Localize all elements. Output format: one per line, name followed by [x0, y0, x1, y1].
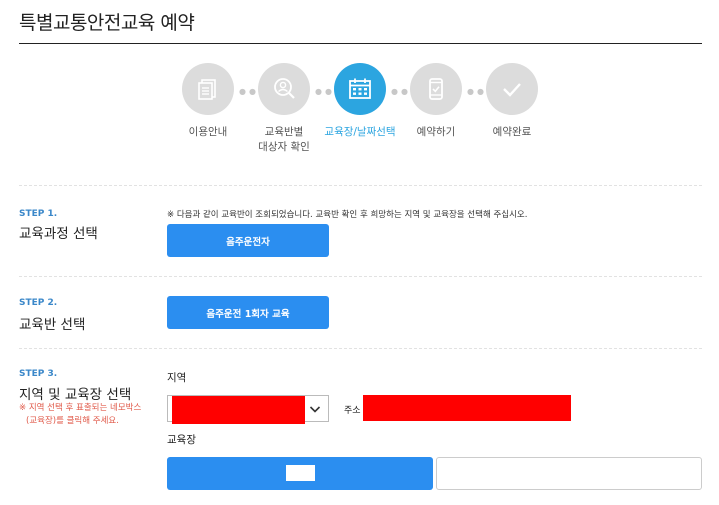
section-divider [19, 348, 702, 349]
step3-note-line1: ※ 지역 선택 후 표출되는 네모박스 [19, 403, 142, 413]
section-divider [19, 276, 702, 277]
region-label: 지역 [167, 372, 187, 384]
step-label-complete: 예약완료 [492, 126, 532, 138]
region-select[interactable] [167, 395, 329, 424]
chevron-down-icon [309, 406, 321, 413]
address-label: 주소 [344, 406, 361, 416]
step-indicator-target [258, 63, 310, 115]
step-indicator-guide [182, 63, 234, 115]
class-button[interactable]: 음주운전 1회자 교육 [167, 296, 329, 329]
step-connector: ●● [391, 87, 411, 96]
venue-label: 교육장 [167, 434, 196, 446]
step-connector: ●● [467, 87, 487, 96]
title-divider [19, 43, 702, 44]
step3-note-line2: (교육장)를 클릭해 주세요. [26, 416, 119, 426]
step-connector: ●● [239, 87, 259, 96]
address-value-redacted [363, 395, 571, 421]
calendar-icon [349, 78, 371, 99]
phone-check-icon [429, 78, 443, 100]
user-search-icon [274, 78, 295, 99]
document-icon [198, 79, 216, 100]
page-title: 특별교통안전교육 예약 [19, 12, 195, 34]
venue-box-selected[interactable] [167, 457, 433, 490]
step3-number: STEP 3. [19, 369, 58, 379]
venue-box-content [286, 465, 315, 481]
check-icon [503, 83, 521, 97]
step-indicator-complete [486, 63, 538, 115]
step-indicator-reserve [410, 63, 462, 115]
section-divider [19, 185, 702, 186]
step2-number: STEP 2. [19, 298, 58, 308]
step-indicator-venue-date [334, 63, 386, 115]
step-connector: ●● [315, 87, 335, 96]
step1-title: 교육과정 선택 [19, 226, 98, 242]
region-select-value-redacted [172, 396, 305, 424]
step3-title: 지역 및 교육장 선택 [19, 387, 132, 403]
step1-notice: ※ 다음과 같이 교육반이 조회되었습니다. 교육반 확인 후 희망하는 지역 … [167, 210, 528, 220]
course-button[interactable]: 음주운전자 [167, 224, 329, 257]
step1-number: STEP 1. [19, 209, 58, 219]
step2-title: 교육반 선택 [19, 317, 86, 333]
venue-box[interactable] [436, 457, 702, 490]
